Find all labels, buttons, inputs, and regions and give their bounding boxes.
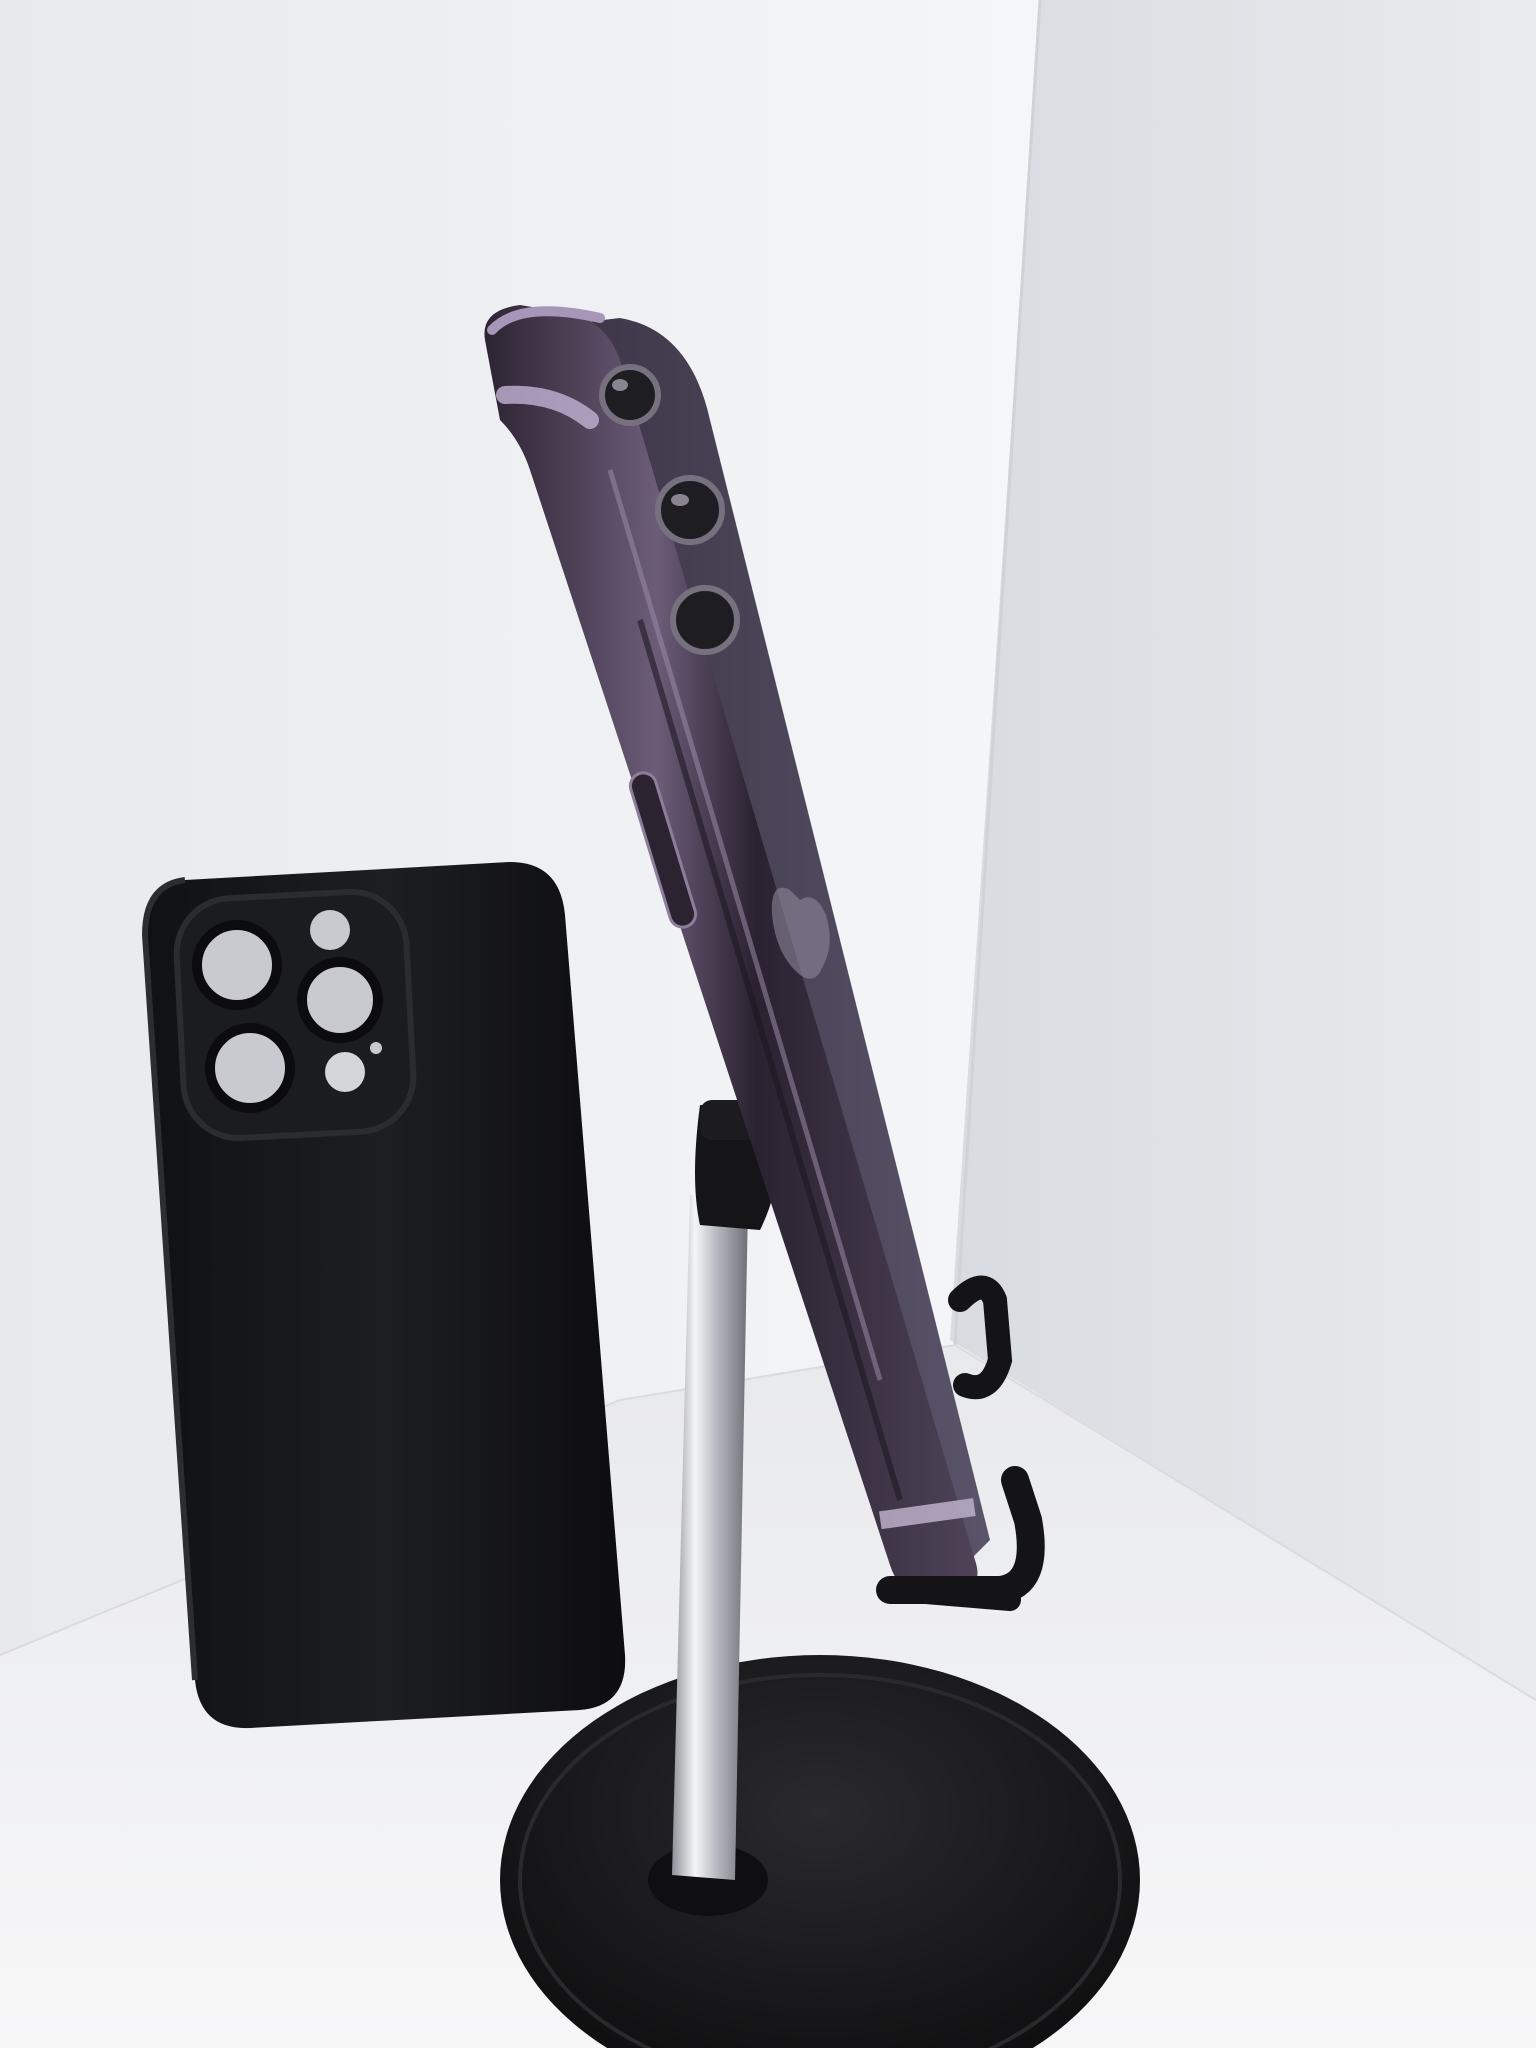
mic-hole [370,1042,382,1054]
flash-cutout [310,910,350,950]
case-camera-bump [173,888,417,1142]
lens-2 [655,475,725,545]
phone-case [141,862,626,1729]
photo-scene [0,0,1536,2048]
lens-cutout-2 [297,957,383,1043]
lens-3 [670,585,740,655]
sensor-cutout [325,1052,365,1092]
lens-cutout-3 [205,1023,295,1113]
lens-cutout-1 [192,920,282,1010]
lens-1 [599,364,661,426]
